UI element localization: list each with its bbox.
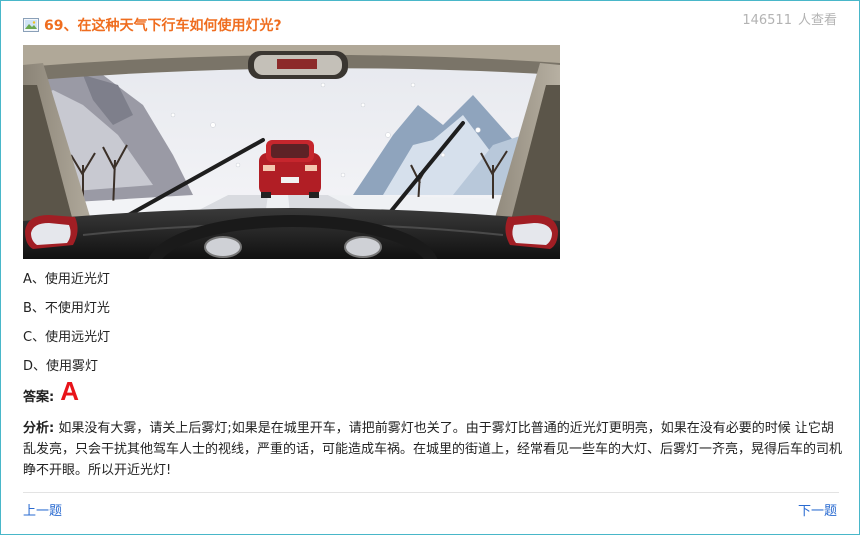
view-count: 146511 [742, 13, 792, 28]
answer-value: A [60, 376, 79, 406]
prev-question-link[interactable]: 上一题 [23, 500, 62, 519]
view-suffix: 人查看 [797, 13, 837, 28]
divider [23, 492, 839, 493]
analysis-text: 如果没有大雾，请关上后雾灯;如果是在城里开车，请把前雾灯也关了。由于雾灯比普通的… [23, 421, 843, 478]
option-b[interactable]: B、不使用灯光 [23, 300, 110, 329]
view-counter: 146511 人查看 [742, 9, 837, 28]
answer-row: 答案: A [23, 376, 79, 406]
analysis-block: 分析: 如果没有大雾，请关上后雾灯;如果是在城里开车，请把前雾灯也关了。由于雾灯… [23, 418, 843, 481]
option-a[interactable]: A、使用近光灯 [23, 271, 110, 300]
question-image [23, 45, 560, 259]
question-title: 69、在这种天气下行车如何使用灯光? [23, 15, 282, 35]
next-question-link[interactable]: 下一题 [798, 500, 837, 519]
question-title-text: 69、在这种天气下行车如何使用灯光? [44, 18, 282, 34]
option-list: A、使用近光灯 B、不使用灯光 C、使用远光灯 D、使用雾灯 [23, 271, 110, 387]
question-panel: 146511 人查看 69、在这种天气下行车如何使用灯光? A、使用近光灯 B、… [0, 0, 860, 535]
image-icon [23, 18, 39, 32]
option-c[interactable]: C、使用远光灯 [23, 329, 110, 358]
analysis-label: 分析: [23, 421, 55, 436]
answer-label: 答案: [23, 390, 55, 405]
